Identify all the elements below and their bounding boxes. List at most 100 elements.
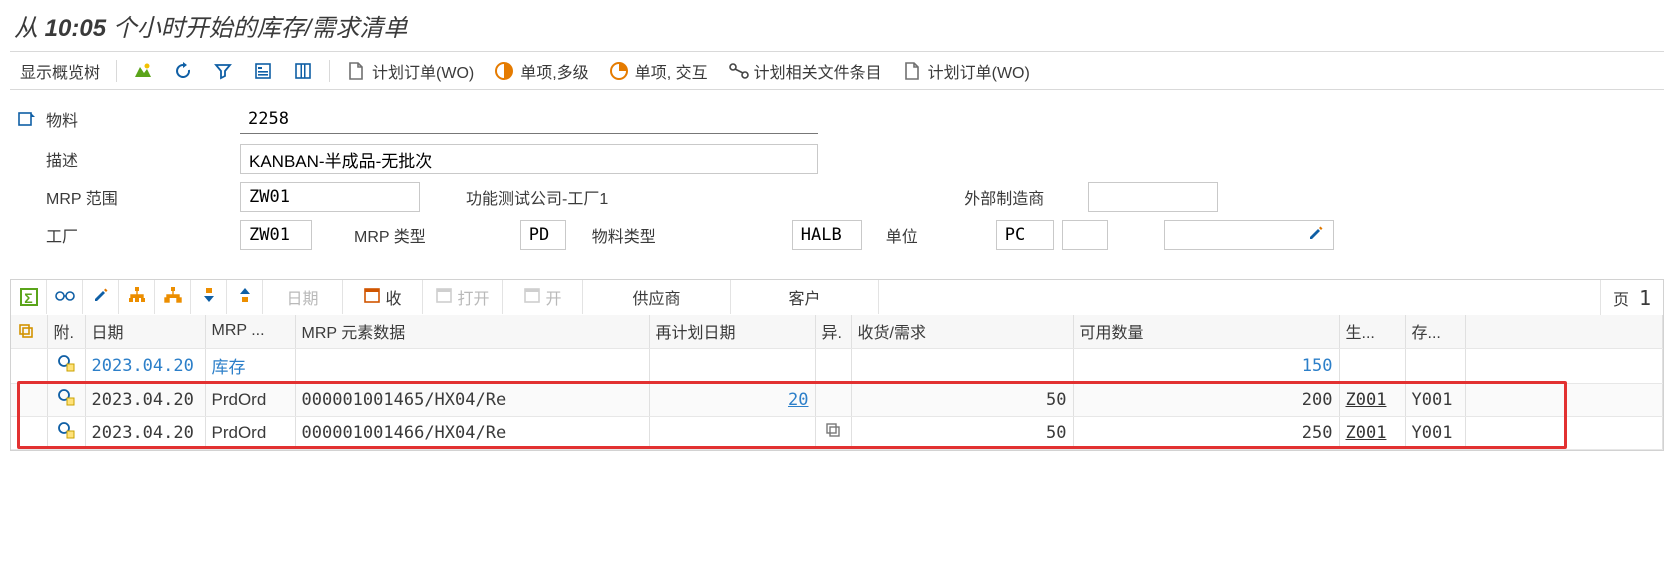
refresh-icon-button[interactable] xyxy=(165,57,201,85)
planned-order-button-1[interactable]: 计划订单(WO) xyxy=(338,57,482,85)
mrp-type-field xyxy=(520,220,566,250)
row-detail-icon[interactable] xyxy=(47,349,85,384)
filter-icon-button[interactable] xyxy=(205,57,241,85)
overview-tree-label: 显示概览树 xyxy=(20,59,100,83)
pie-half-icon xyxy=(494,61,514,81)
single-interactive-button[interactable]: 单项, 交互 xyxy=(601,57,716,85)
pegging-button[interactable]: 计划相关文件条目 xyxy=(720,57,890,85)
results-grid: 附. 日期 MRP ... MRP 元素数据 再计划日期 异. 收货/需求 可用… xyxy=(10,315,1664,451)
select-all-header[interactable] xyxy=(11,315,47,349)
description-label: 描述 xyxy=(46,147,78,171)
mrp-area-field xyxy=(240,182,420,212)
pegging-link-icon xyxy=(728,61,748,81)
col-mrp-element[interactable]: MRP ... xyxy=(205,315,295,349)
cell-date: 2023.04.20 xyxy=(85,417,205,450)
node-up-button[interactable] xyxy=(227,280,263,314)
open-button[interactable]: 打开 xyxy=(423,280,503,314)
sum-button[interactable]: Σ xyxy=(11,280,47,314)
tree-1-button[interactable] xyxy=(119,280,155,314)
gr-button[interactable]: 收 xyxy=(343,280,423,314)
row-detail-icon[interactable] xyxy=(47,384,85,417)
col-replan-date[interactable]: 再计划日期 xyxy=(649,315,815,349)
pie-quarter-icon xyxy=(609,61,629,81)
col-qty[interactable]: 收货/需求 xyxy=(851,315,1073,349)
col-element-data[interactable]: MRP 元素数据 xyxy=(295,315,649,349)
page-info: 页 1 xyxy=(1601,280,1663,315)
col-ship[interactable]: 生... xyxy=(1339,315,1405,349)
header-form: 物料 描述 MRP 范围 功能测试公司-工厂1 外部制造商 工厂 MRP 类型 … xyxy=(10,90,1664,271)
material-input[interactable] xyxy=(240,104,818,134)
vendor-label: 供应商 xyxy=(632,285,680,309)
cell-replan[interactable]: 20 xyxy=(649,384,815,417)
cell-stor: Y001 xyxy=(1405,417,1465,450)
material-type-label: 物料类型 xyxy=(592,223,656,247)
gr-label: 收 xyxy=(385,285,401,309)
on-button[interactable]: 开 xyxy=(503,280,583,314)
cell-exception[interactable] xyxy=(815,417,851,450)
cell-replan xyxy=(649,417,815,450)
date-label: 日期 xyxy=(286,285,318,309)
row-selector[interactable] xyxy=(11,417,47,450)
glasses-button[interactable] xyxy=(47,280,83,314)
page-label: 页 xyxy=(1613,286,1629,310)
table-row[interactable]: 2023.04.20PrdOrd000001001465/HX04/Re2050… xyxy=(11,384,1663,417)
customer-label: 客户 xyxy=(788,285,820,309)
cell-mrp-element: 库存 xyxy=(205,349,295,384)
separator xyxy=(116,60,117,82)
cell-qty xyxy=(851,349,1073,384)
single-multi-label: 单项,多级 xyxy=(520,59,588,83)
details-icon-button[interactable] xyxy=(245,57,281,85)
material-label: 物料 xyxy=(46,107,78,131)
match-help-icon[interactable] xyxy=(16,108,38,130)
customer-button[interactable]: 客户 xyxy=(731,280,879,314)
toolbar-spacer xyxy=(879,280,1601,315)
description-field xyxy=(240,144,818,174)
date-button[interactable]: 日期 xyxy=(263,280,343,314)
cell-qty: 50 xyxy=(851,417,1073,450)
cell-ship[interactable]: Z001 xyxy=(1339,384,1405,417)
planned-order-label-2: 计划订单(WO) xyxy=(928,59,1030,83)
cell-avail: 250 xyxy=(1073,417,1339,450)
plant-field xyxy=(240,220,312,250)
col-exception[interactable]: 异. xyxy=(815,315,851,349)
col-attach[interactable]: 附. xyxy=(47,315,85,349)
cell-ship[interactable]: Z001 xyxy=(1339,417,1405,450)
atp-icon-button[interactable] xyxy=(285,57,321,85)
tree-collapsed-icon xyxy=(163,286,183,309)
uom-label: 单位 xyxy=(886,223,918,247)
pencil-icon xyxy=(1307,224,1325,247)
document-icon xyxy=(346,61,366,81)
calendar-gr-icon xyxy=(363,286,381,309)
row-detail-icon[interactable] xyxy=(47,417,85,450)
triangle-down-icon xyxy=(201,287,217,308)
columns-icon xyxy=(293,61,313,81)
tree-2-button[interactable] xyxy=(155,280,191,314)
vendor-button[interactable]: 供应商 xyxy=(583,280,731,314)
planned-order-button-2[interactable]: 计划订单(WO) xyxy=(894,57,1038,85)
chart-icon-button[interactable] xyxy=(125,57,161,85)
cell-tail xyxy=(1465,384,1663,417)
edit-toggle-button[interactable] xyxy=(1164,220,1334,250)
cell-stor xyxy=(1405,349,1465,384)
triangle-up-icon xyxy=(237,287,253,308)
pencil-icon xyxy=(92,286,110,309)
col-avail[interactable]: 可用数量 xyxy=(1073,315,1339,349)
glasses-icon xyxy=(54,287,76,308)
mrp-area-text: 功能测试公司-工厂1 xyxy=(462,185,608,209)
row-selector[interactable] xyxy=(11,384,47,417)
show-overview-tree-button[interactable]: 显示概览树 xyxy=(12,57,108,85)
page-title: 从 10:05 个小时开始的库存/需求清单 xyxy=(10,6,1664,52)
row-selector[interactable] xyxy=(11,349,47,384)
pencil-button[interactable] xyxy=(83,280,119,314)
table-row[interactable]: 2023.04.20PrdOrd000001001466/HX04/Re5025… xyxy=(11,417,1663,450)
cell-element-data: 000001001466/HX04/Re xyxy=(295,417,649,450)
uom-field xyxy=(996,220,1054,250)
single-multi-button[interactable]: 单项,多级 xyxy=(486,57,596,85)
table-row[interactable]: 2023.04.20库存150 xyxy=(11,349,1663,384)
node-down-button[interactable] xyxy=(191,280,227,314)
separator xyxy=(329,60,330,82)
col-stor[interactable]: 存... xyxy=(1405,315,1465,349)
col-date[interactable]: 日期 xyxy=(85,315,205,349)
page-number: 1 xyxy=(1639,286,1651,310)
app-toolbar: 显示概览树 计划订单(WO) 单项,多级 xyxy=(10,52,1664,90)
